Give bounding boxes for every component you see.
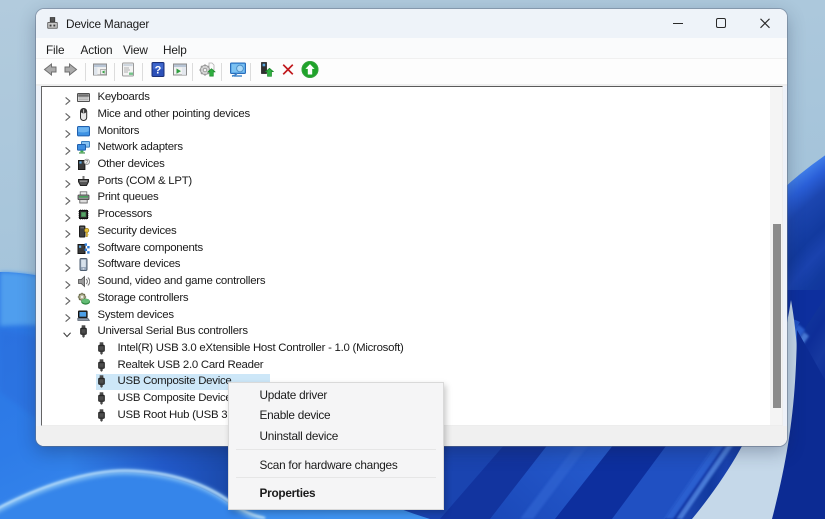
svg-text:?: ? (85, 160, 88, 166)
svg-text:?: ? (154, 65, 161, 77)
